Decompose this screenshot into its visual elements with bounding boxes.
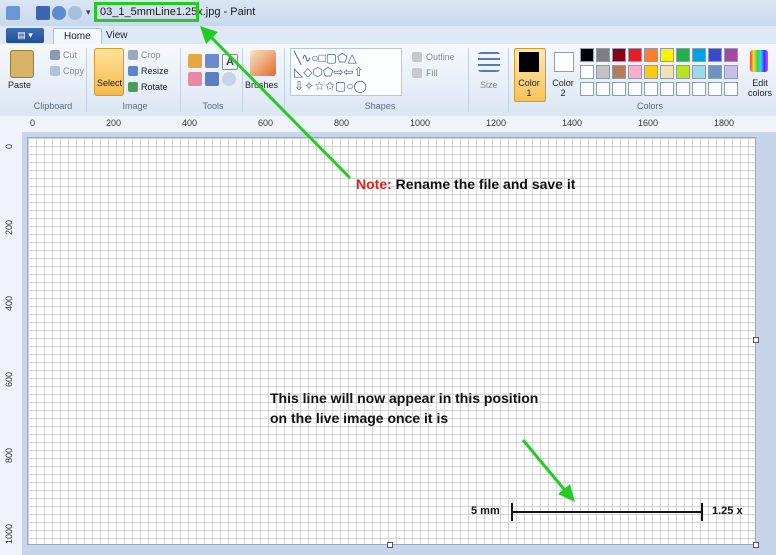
annotation-arrows bbox=[200, 26, 575, 502]
arrow-to-title bbox=[206, 32, 352, 180]
arrow-to-line bbox=[521, 439, 570, 495]
